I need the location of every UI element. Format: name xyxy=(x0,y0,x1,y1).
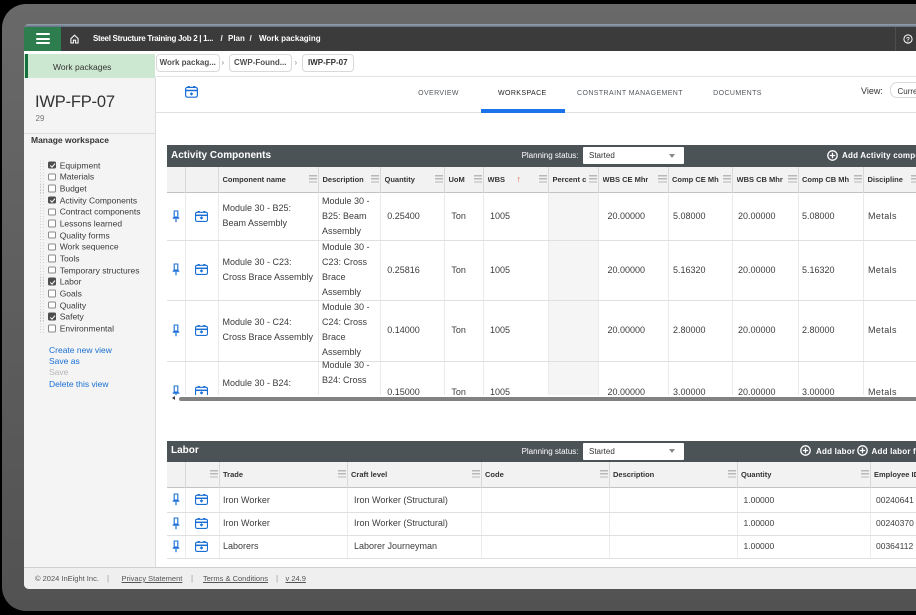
svg-text:?: ? xyxy=(906,36,910,43)
